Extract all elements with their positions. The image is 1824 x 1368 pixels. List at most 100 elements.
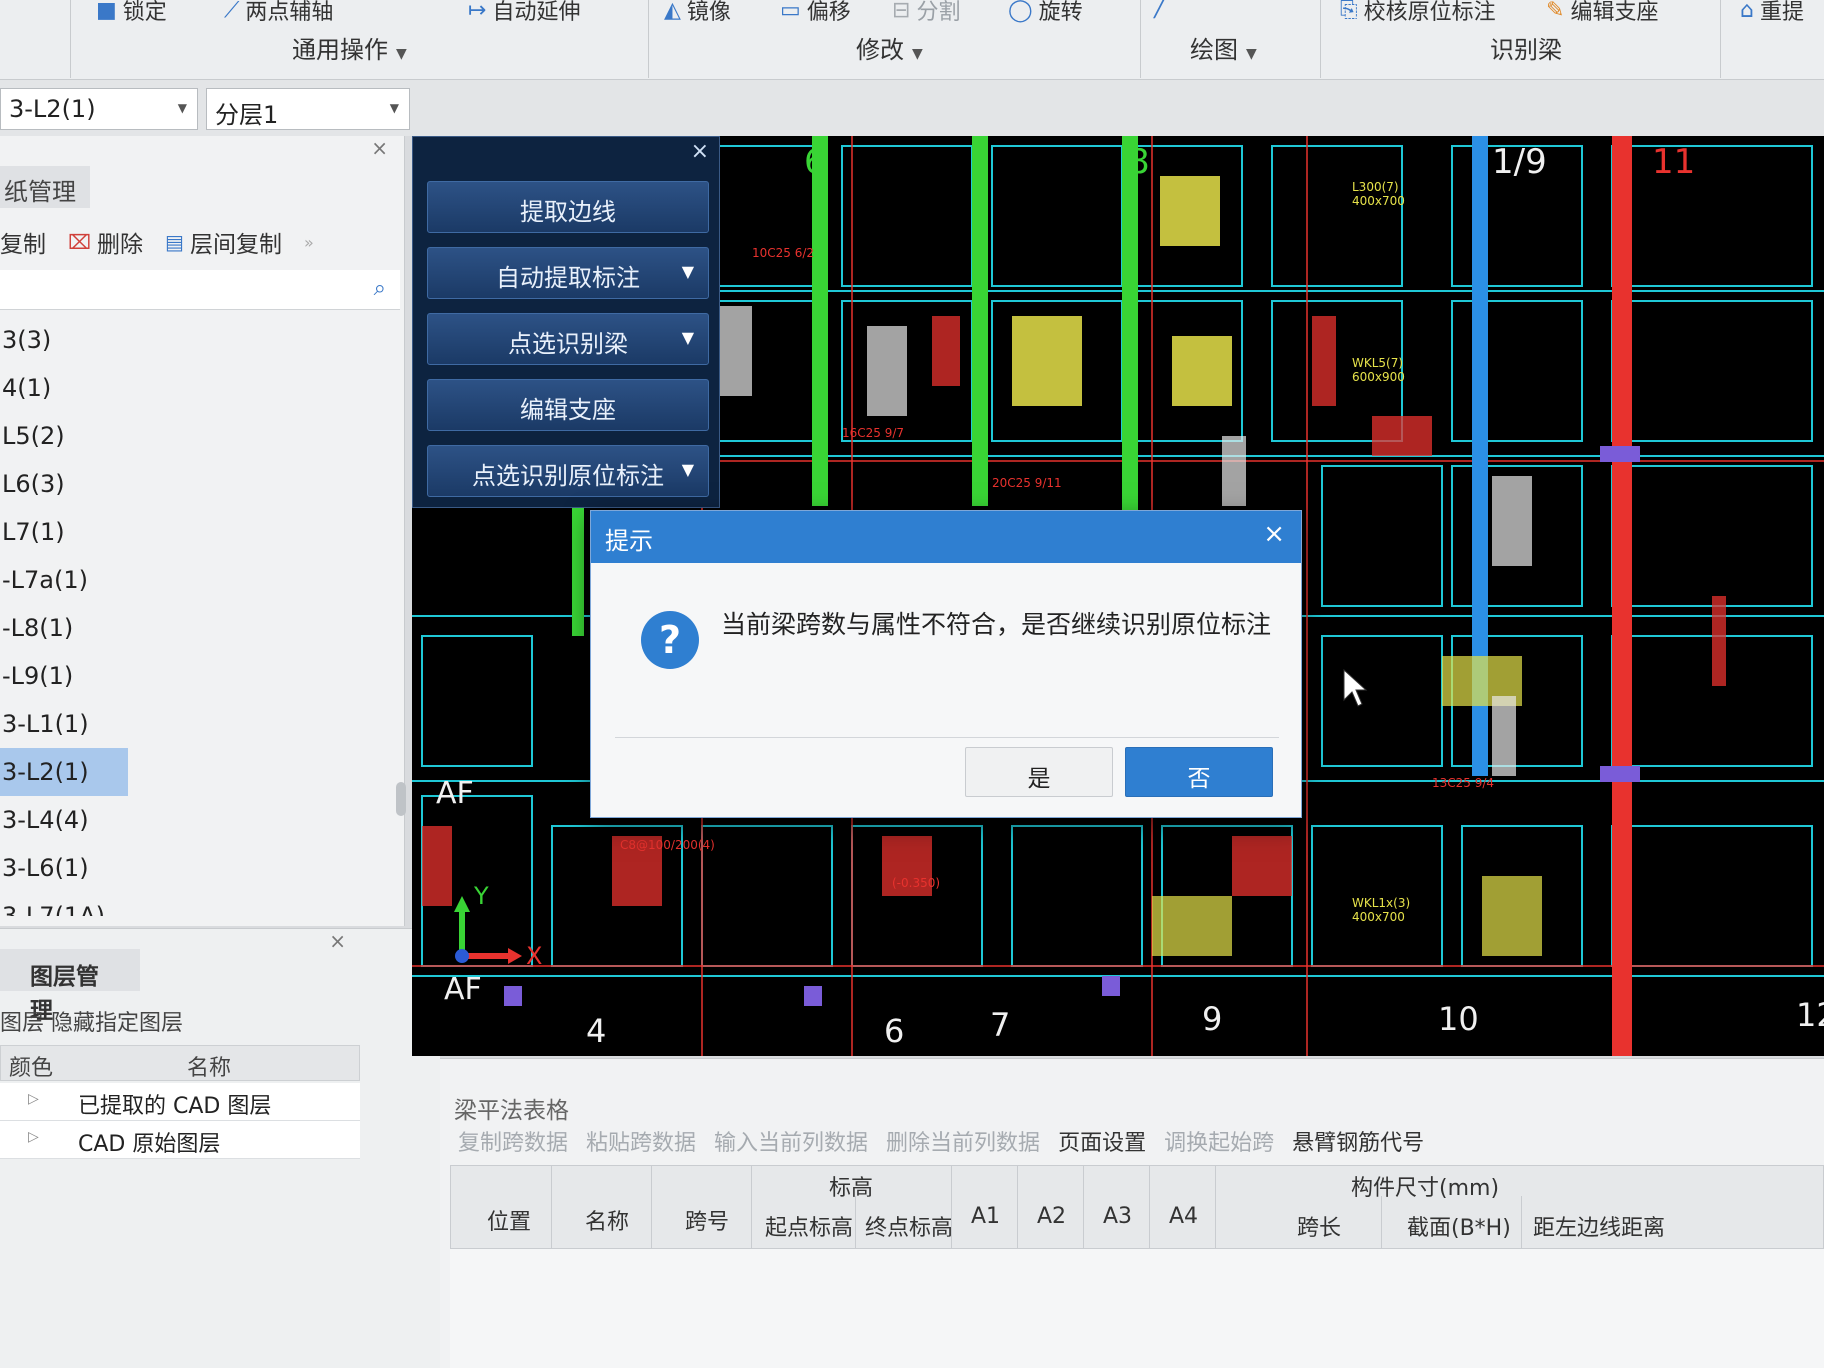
chevron-down-icon[interactable]: ▼ xyxy=(682,460,694,479)
delete-button[interactable]: ⌧ 删除 xyxy=(68,225,143,259)
split-button[interactable]: ⊟ 分割 xyxy=(892,0,960,26)
chevron-down-icon[interactable]: ▼ xyxy=(682,262,694,281)
table-body[interactable] xyxy=(450,1249,1824,1368)
expand-arrow-icon[interactable]: ▷ xyxy=(28,1129,39,1145)
layer-management-panel: × 图层管理 图层 隐藏指定图层 颜色 名称 ▷ 已提取的 CAD 图层 ▷ CAD… xyxy=(0,928,440,1368)
column-divider xyxy=(551,1166,552,1250)
list-item[interactable]: 3-L4(4) xyxy=(0,796,400,844)
column-header: 截面(B*H) xyxy=(1407,1216,1511,1241)
beam-annotation: WKL5(7) 600x900 xyxy=(1352,356,1405,384)
list-item[interactable]: 4(1) xyxy=(0,364,400,412)
extract-edge-button[interactable]: 提取边线 xyxy=(427,181,709,233)
column-name: 名称 xyxy=(187,1056,232,1081)
ribbon-separator xyxy=(1720,0,1721,78)
close-icon[interactable]: × xyxy=(1263,519,1285,549)
mouse-cursor-icon xyxy=(1343,668,1368,707)
axis-label-bottom: 7 xyxy=(990,1006,1011,1044)
column-header: 名称 xyxy=(585,1210,630,1235)
beam-annotation: 13C25 9/4 xyxy=(1432,776,1495,790)
copy-button[interactable]: 复制 xyxy=(0,225,46,259)
beam-annotation: L300(7) 400x700 xyxy=(1352,180,1405,208)
more-icon[interactable]: » xyxy=(304,233,314,252)
layer-toolbar[interactable]: 图层 隐藏指定图层 xyxy=(0,1005,183,1037)
list-item[interactable]: L7(1) xyxy=(0,508,400,556)
axis-label-bottom: 12 xyxy=(1796,996,1824,1034)
column-divider xyxy=(1149,1166,1150,1250)
edit-support-button[interactable]: ✎ 编辑支座 xyxy=(1546,0,1658,26)
edit-support-icon: ✎ xyxy=(1546,0,1565,23)
input-column-data-button[interactable]: 输入当前列数据 xyxy=(714,1125,868,1157)
element-list: 3(3) 4(1) L5(2) L6(3) L7(1) -L7a(1) -L8(… xyxy=(0,316,400,916)
pen-tool-button[interactable]: ╱ xyxy=(1154,0,1167,19)
pick-identify-beam-button[interactable]: 点选识别梁 ▼ xyxy=(427,313,709,365)
list-item[interactable]: -L7a(1) xyxy=(0,556,400,604)
extend-icon: ↦ xyxy=(468,0,487,23)
swap-start-span-button[interactable]: 调换起始跨 xyxy=(1164,1125,1274,1157)
search-input[interactable]: ⌕ xyxy=(0,270,400,310)
list-item[interactable]: 3(3) xyxy=(0,316,400,364)
re-extract-button[interactable]: ⌂ 重提 xyxy=(1740,0,1804,26)
list-item[interactable]: L6(3) xyxy=(0,460,400,508)
list-item[interactable]: -L9(1) xyxy=(0,652,400,700)
no-button[interactable]: 否 xyxy=(1125,747,1273,797)
yes-button[interactable]: 是 xyxy=(965,747,1113,797)
close-icon[interactable]: × xyxy=(691,139,709,164)
beam-identify-tool-panel: × 提取边线 自动提取标注 ▼ 点选识别梁 ▼ 编辑支座 点选识别原位标注 ▼ xyxy=(412,136,720,508)
group-modify[interactable]: 修改 ▼ xyxy=(856,30,923,65)
list-item[interactable]: 3-L1(1) xyxy=(0,700,400,748)
copy-span-data-button[interactable]: 复制跨数据 xyxy=(458,1125,568,1157)
drawing-management-panel: × 纸管理 复制 ⌧ 删除 ▤ 层间复制 » ⌕ 3(3) 4(1) L5(2) L… xyxy=(0,136,406,926)
rotate-button[interactable]: ◯ 旋转 xyxy=(1008,0,1083,26)
dialog-divider xyxy=(615,737,1279,738)
dialog-title-bar: 提示 xyxy=(591,511,1301,563)
column-header: A2 xyxy=(1037,1204,1067,1229)
tab-drawing-management[interactable]: 纸管理 xyxy=(0,166,90,208)
auto-extend-button[interactable]: ↦ 自动延伸 xyxy=(468,0,580,26)
rotate-icon: ◯ xyxy=(1008,0,1033,23)
column-header: A1 xyxy=(971,1204,1001,1229)
list-item[interactable]: 3-L7(1A) xyxy=(0,892,400,916)
close-icon[interactable]: × xyxy=(329,929,346,953)
delete-column-data-button[interactable]: 删除当前列数据 xyxy=(886,1125,1040,1157)
paste-span-data-button[interactable]: 粘贴跨数据 xyxy=(586,1125,696,1157)
close-icon[interactable]: × xyxy=(371,136,388,160)
auto-extract-annotation-button[interactable]: 自动提取标注 ▼ xyxy=(427,247,709,299)
layer-row[interactable]: ▷ 已提取的 CAD 图层 xyxy=(0,1083,360,1121)
offset-button[interactable]: ▭ 偏移 xyxy=(780,0,851,26)
pick-identify-in-place-annotation-button[interactable]: 点选识别原位标注 ▼ xyxy=(427,445,709,497)
expand-arrow-icon[interactable]: ▷ xyxy=(28,1091,39,1107)
column-header: 起点标高 xyxy=(765,1216,854,1241)
list-item[interactable]: L5(2) xyxy=(0,412,400,460)
beam-annotation: WKL1x(3) 400x700 xyxy=(1352,896,1411,924)
cantilever-rebar-code-button[interactable]: 悬臂钢筋代号 xyxy=(1292,1125,1424,1157)
mirror-button[interactable]: ◭ 镜像 xyxy=(664,0,731,26)
group-general-operations[interactable]: 通用操作 ▼ xyxy=(292,30,407,65)
chevron-down-icon[interactable]: ▼ xyxy=(682,328,694,347)
tab-layer-management[interactable]: 图层管理 xyxy=(0,949,140,1024)
beam-annotation: 16C25 9/7 xyxy=(842,426,905,440)
list-item-selected[interactable]: 3-L2(1) xyxy=(0,748,128,796)
chevron-down-icon: ▼ xyxy=(389,101,399,115)
floor-copy-button[interactable]: ▤ 层间复制 xyxy=(165,225,282,259)
layer-select[interactable]: 分层1 ▼ xyxy=(206,88,410,130)
chevron-down-icon: ▼ xyxy=(396,46,407,62)
ucs-x-label: X xyxy=(526,942,543,970)
check-annotation-button[interactable]: ⎘ 校核原位标注 xyxy=(1340,0,1496,26)
column-divider xyxy=(751,1166,752,1250)
list-item[interactable]: 3-L6(1) xyxy=(0,844,400,892)
group-draw[interactable]: 绘图 ▼ xyxy=(1190,30,1257,65)
layer-row[interactable]: ▷ CAD 原始图层 xyxy=(0,1121,360,1159)
lock-button[interactable]: ■ 锁定 xyxy=(96,0,167,26)
two-point-axis-button[interactable]: ⟋ 两点辅轴 xyxy=(224,0,333,26)
beam-annotation: 20C25 9/11 xyxy=(992,476,1062,490)
beam-table-panel: 梁平法表格 复制跨数据 粘贴跨数据 输入当前列数据 删除当前列数据 页面设置 调… xyxy=(440,1058,1824,1368)
list-item[interactable]: -L8(1) xyxy=(0,604,400,652)
element-select[interactable]: 3-L2(1) ▼ xyxy=(0,88,198,130)
left-panel-toolbar: 复制 ⌧ 删除 ▤ 层间复制 » xyxy=(0,222,400,262)
page-setup-button[interactable]: 页面设置 xyxy=(1058,1125,1146,1157)
edit-support-panel-button[interactable]: 编辑支座 xyxy=(427,379,709,431)
delete-icon: ⌧ xyxy=(68,230,92,254)
column-header: A4 xyxy=(1169,1204,1199,1229)
scrollbar[interactable] xyxy=(396,782,406,816)
beam-annotation: (-0.350) xyxy=(892,876,941,890)
